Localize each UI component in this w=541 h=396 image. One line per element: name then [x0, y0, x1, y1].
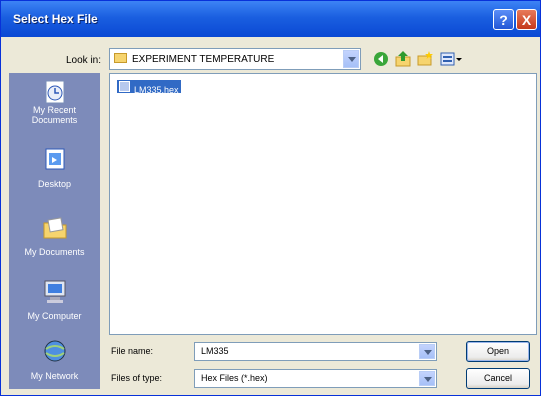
file-name-label: File name:	[111, 346, 154, 356]
title-bar[interactable]: Select Hex File ? X	[1, 1, 540, 37]
file-list[interactable]: LM335.hex	[109, 73, 537, 335]
select-hex-file-dialog: Select Hex File ? X Look in: EXPERIMENT …	[0, 0, 541, 396]
place-recent-documents[interactable]: My Recent Documents	[9, 75, 100, 131]
files-of-type-label: Files of type:	[111, 373, 163, 383]
place-label: My Recent	[32, 105, 76, 115]
up-folder-icon[interactable]	[394, 50, 412, 68]
window-title: Select Hex File	[13, 12, 98, 26]
help-button[interactable]: ?	[493, 9, 514, 30]
files-of-type-dropdown[interactable]: Hex Files (*.hex)	[194, 369, 437, 388]
look-in-value: EXPERIMENT TEMPERATURE	[132, 54, 275, 65]
chevron-down-icon[interactable]	[343, 50, 359, 68]
place-label: Documents	[31, 115, 78, 125]
folder-icon	[114, 53, 127, 63]
chevron-down-icon[interactable]	[419, 371, 435, 386]
my-computer-icon	[44, 280, 66, 303]
place-my-network[interactable]: My Network	[9, 335, 100, 391]
cancel-button[interactable]: Cancel	[466, 368, 530, 389]
recent-documents-icon	[45, 80, 65, 104]
look-in-dropdown[interactable]: EXPERIMENT TEMPERATURE	[109, 48, 361, 70]
place-label: My Computer	[27, 311, 82, 321]
place-my-computer[interactable]: My Computer	[9, 275, 100, 331]
new-folder-icon[interactable]	[416, 50, 434, 68]
hex-file-icon	[119, 81, 130, 92]
place-desktop[interactable]: Desktop	[9, 143, 100, 199]
look-in-label: Look in:	[66, 55, 102, 66]
file-item-lm335-hex[interactable]: LM335.hex	[117, 80, 181, 95]
my-documents-icon	[43, 217, 67, 239]
file-name-field[interactable]: LM335	[194, 342, 437, 361]
open-button[interactable]: Open	[466, 341, 530, 362]
file-name-value: LM335	[201, 346, 229, 356]
desktop-icon	[45, 148, 65, 170]
place-label: My Documents	[24, 247, 85, 257]
view-menu-icon[interactable]	[440, 50, 464, 68]
place-label: My Network	[30, 371, 79, 381]
places-bar: My Recent Documents Desktop My Documents …	[9, 73, 100, 389]
chevron-down-icon[interactable]	[419, 344, 435, 359]
back-icon[interactable]	[372, 50, 390, 68]
my-network-icon	[44, 340, 66, 362]
files-of-type-value: Hex Files (*.hex)	[201, 373, 268, 383]
place-my-documents[interactable]: My Documents	[9, 211, 100, 267]
file-item-label: LM335.hex	[134, 85, 179, 95]
place-label: Desktop	[37, 179, 72, 189]
close-button[interactable]: X	[516, 9, 537, 30]
